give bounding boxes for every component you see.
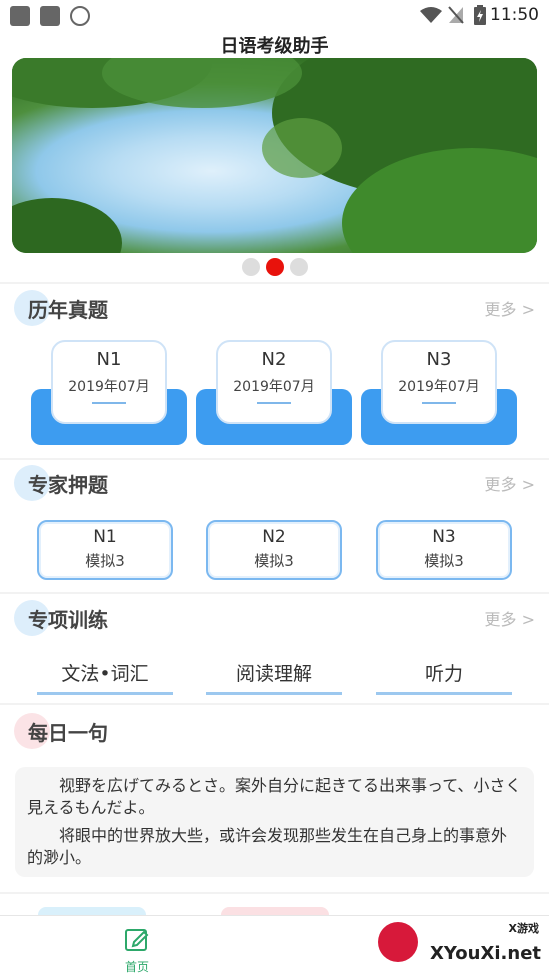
mock-level: N2 xyxy=(262,527,286,547)
divider xyxy=(0,282,549,284)
exam-level: N1 xyxy=(96,349,122,370)
app-title: 日语考级助手 xyxy=(220,36,329,57)
training-grammar-vocab[interactable]: 文法•词汇 xyxy=(37,659,173,695)
wifi-icon xyxy=(420,7,442,23)
special-training-header: 专项训练 更多 > xyxy=(0,598,549,638)
section-title: 专项训练 xyxy=(28,608,108,632)
exam-date: 2019年07月 xyxy=(68,379,150,395)
training-reading[interactable]: 阅读理解 xyxy=(206,659,342,695)
watermark-small: X游戏 xyxy=(508,922,539,935)
mock-label: 模拟3 xyxy=(85,552,125,570)
exam-date: 2019年07月 xyxy=(398,379,480,395)
section-title: 每日一句 xyxy=(28,721,108,745)
section-title: 历年真题 xyxy=(28,298,108,322)
past-exams-header: 历年真题 更多 > xyxy=(0,288,549,328)
notification-icon xyxy=(10,6,30,26)
banner-image[interactable] xyxy=(12,58,537,253)
divider xyxy=(0,892,549,894)
mock-label: 模拟3 xyxy=(254,552,294,570)
mock-exam-card[interactable]: N2 模拟3 xyxy=(206,520,342,580)
watermark-text: XYouXi.net xyxy=(430,943,541,964)
exam-level: N2 xyxy=(261,349,287,370)
divider xyxy=(0,592,549,594)
mock-label: 模拟3 xyxy=(424,552,464,570)
exam-level: N3 xyxy=(426,349,452,370)
tab-home-label: 首页 xyxy=(124,960,149,974)
divider xyxy=(0,703,549,705)
status-bar: 11:50 xyxy=(0,0,549,30)
carousel-dot-active[interactable] xyxy=(265,258,284,276)
carousel-indicator xyxy=(0,258,549,280)
watermark-logo-icon xyxy=(378,922,418,962)
mock-level: N1 xyxy=(93,527,117,547)
daily-sentence-japanese: 视野を広げてみるとさ。案外自分に起きてる出来事って、小さく見えるもんだよ。 xyxy=(27,776,522,817)
exam-date: 2019年07月 xyxy=(233,379,315,395)
training-listening[interactable]: 听力 xyxy=(376,659,512,695)
mock-exam-card[interactable]: N1 模拟3 xyxy=(37,520,173,580)
past-exam-card[interactable]: N2 2019年07月 xyxy=(196,340,352,445)
section-title: 专家押题 xyxy=(28,473,108,497)
clock: 11:50 xyxy=(490,5,539,25)
daily-sentence-header: 每日一句 xyxy=(0,711,549,751)
notification-icon xyxy=(40,6,60,26)
divider xyxy=(0,458,549,460)
carousel-dot[interactable] xyxy=(289,258,308,276)
sync-icon xyxy=(70,6,90,26)
battery-icon xyxy=(474,5,486,25)
expert-predictions-header: 专家押题 更多 > xyxy=(0,463,549,503)
daily-sentence-box: 视野を広げてみるとさ。案外自分に起きてる出来事って、小さく見えるもんだよ。 将眼… xyxy=(15,767,534,877)
mock-level: N3 xyxy=(432,527,456,547)
past-exam-card[interactable]: N1 2019年07月 xyxy=(31,340,187,445)
more-link[interactable]: 更多 > xyxy=(485,606,536,630)
mock-exam-card[interactable]: N3 模拟3 xyxy=(376,520,512,580)
more-link[interactable]: 更多 > xyxy=(485,296,536,320)
no-signal-icon xyxy=(448,6,464,24)
tab-home[interactable]: 首页 xyxy=(117,926,157,975)
more-link[interactable]: 更多 > xyxy=(485,471,536,495)
daily-sentence-chinese: 将眼中的世界放大些，或许会发现那些发生在自己身上的事意外的渺小。 xyxy=(27,826,508,867)
carousel-dot[interactable] xyxy=(241,258,260,276)
past-exam-card[interactable]: N3 2019年07月 xyxy=(361,340,517,445)
edit-icon xyxy=(125,929,149,951)
